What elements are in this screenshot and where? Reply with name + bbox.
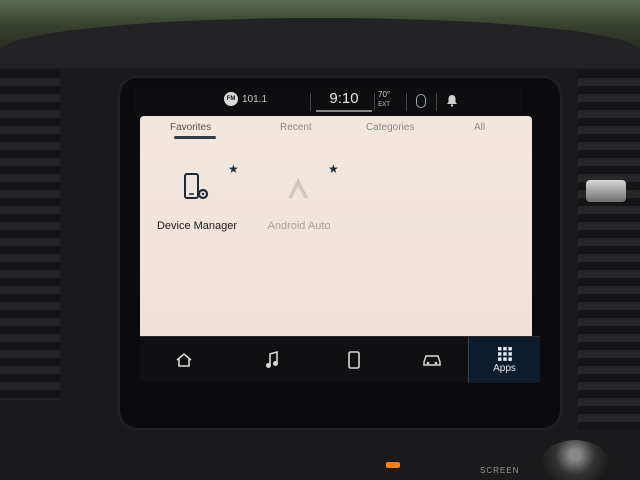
screen-button-label[interactable]: SCREEN [480, 466, 519, 475]
right-air-vent [578, 70, 640, 430]
status-separator [374, 93, 375, 111]
star-icon[interactable]: ★ [228, 162, 239, 176]
temperature-label: EXT [378, 102, 390, 108]
grid-icon [497, 346, 512, 361]
home-button[interactable] [144, 337, 224, 383]
app-android-auto[interactable]: ★ Android Auto [244, 162, 354, 242]
app-label: Device Manager [156, 220, 238, 232]
apps-label: Apps [493, 362, 516, 374]
fm-badge: FM [224, 92, 238, 106]
vent-chrome-handle [586, 180, 626, 202]
app-device-manager[interactable]: ★ Device Manager [142, 162, 252, 242]
status-separator [406, 93, 407, 111]
radio-station: 101.1 [242, 93, 268, 105]
media-button[interactable] [232, 337, 312, 383]
temperature-value: 70° [378, 90, 391, 99]
active-tab-indicator [174, 136, 216, 139]
indicator-light [386, 462, 400, 468]
tab-categories[interactable]: Categories [366, 122, 414, 133]
android-auto-icon [284, 172, 312, 204]
phone-button[interactable] [314, 337, 394, 383]
dashboard-background [0, 0, 640, 68]
left-air-vent [0, 70, 60, 400]
vehicle-button[interactable] [392, 337, 472, 383]
apps-screen: Favorites Recent Categories All ★ Device… [140, 116, 532, 356]
car-icon [423, 355, 441, 366]
outside-temperature: 70° EXT [378, 90, 390, 110]
music-note-icon [266, 351, 278, 368]
volume-knob[interactable] [540, 440, 610, 480]
tab-all[interactable]: All [474, 122, 485, 133]
bell-icon[interactable] [446, 94, 458, 110]
status-separator [310, 93, 311, 111]
radio-status[interactable]: FM 101.1 [224, 92, 267, 106]
phone-gear-icon [182, 172, 210, 204]
bottom-dock: Apps [140, 336, 540, 383]
tab-recent[interactable]: Recent [280, 122, 312, 133]
phone-icon [348, 351, 360, 369]
clock[interactable]: 9:10 [316, 88, 372, 112]
tab-favorites[interactable]: Favorites [170, 122, 211, 133]
star-icon[interactable]: ★ [328, 162, 339, 176]
status-bar: FM 101.1 9:10 70° EXT [134, 88, 522, 116]
home-icon [176, 352, 192, 367]
status-separator [436, 93, 437, 111]
app-label: Android Auto [267, 220, 331, 232]
mic-icon[interactable] [416, 94, 426, 108]
apps-button[interactable]: Apps [468, 337, 540, 383]
